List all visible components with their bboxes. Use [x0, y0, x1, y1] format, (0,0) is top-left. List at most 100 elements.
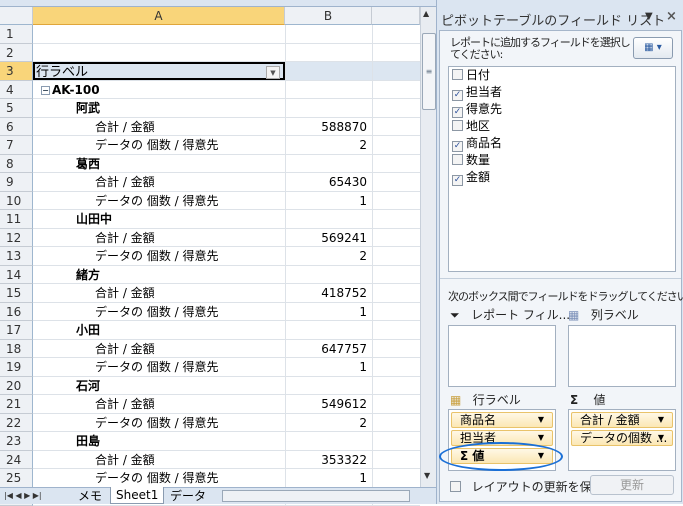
column-header-c[interactable] [372, 7, 420, 25]
row-header[interactable]: 4 [0, 81, 33, 100]
row-header[interactable]: 15 [0, 284, 33, 303]
row-header[interactable]: 3 [0, 62, 33, 81]
row-header[interactable]: 6 [0, 118, 33, 137]
cell-a[interactable]: 合計 / 金額 [33, 340, 285, 358]
cell-b[interactable] [285, 155, 372, 173]
report-filter-area[interactable] [448, 325, 556, 387]
checkbox-checked-icon[interactable]: ✓ [452, 141, 463, 152]
cell-c[interactable] [372, 377, 420, 395]
row-header[interactable]: 9 [0, 173, 33, 192]
cell-c[interactable] [372, 192, 420, 210]
row-header[interactable]: 8 [0, 155, 33, 174]
row-header[interactable]: 25 [0, 469, 33, 488]
row-header[interactable]: 5 [0, 99, 33, 118]
cell-c[interactable] [372, 303, 420, 321]
horizontal-scrollbar[interactable] [222, 490, 410, 502]
cell-a[interactable] [33, 25, 285, 43]
cell-a[interactable]: 葛西 [33, 155, 285, 173]
cell-a[interactable]: 合計 / 金額 [33, 395, 285, 413]
field-item[interactable]: ✓商品名 [449, 135, 675, 152]
cell-c[interactable] [372, 340, 420, 358]
cell-b[interactable] [285, 266, 372, 284]
cell-a[interactable]: 合計 / 金額 [33, 173, 285, 191]
cell-a[interactable]: データの 個数 / 得意先 [33, 414, 285, 432]
tab-nav-icons[interactable]: |◀ ◀ ▶ ▶| [4, 488, 42, 504]
cell-c[interactable] [372, 432, 420, 450]
select-all-corner[interactable] [0, 7, 33, 25]
cell-b[interactable] [285, 25, 372, 43]
checkbox-icon[interactable] [452, 69, 463, 80]
row-header[interactable]: 10 [0, 192, 33, 211]
row-header[interactable]: 22 [0, 414, 33, 433]
cell-c[interactable] [372, 284, 420, 302]
checkbox-checked-icon[interactable]: ✓ [452, 107, 463, 118]
cell-c[interactable] [372, 414, 420, 432]
checkbox-icon[interactable] [450, 481, 461, 492]
field-item[interactable]: ✓金額 [449, 169, 675, 186]
defer-update-checkbox[interactable]: レイアウトの更新を保... [450, 478, 603, 495]
row-header[interactable]: 11 [0, 210, 33, 229]
cell-c[interactable] [372, 395, 420, 413]
cell-b[interactable] [285, 210, 372, 228]
field-item[interactable]: ✓得意先 [449, 101, 675, 118]
checkbox-checked-icon[interactable]: ✓ [452, 175, 463, 186]
cell-b[interactable]: 1 [285, 469, 372, 487]
cell-c[interactable] [372, 358, 420, 376]
cell-a[interactable]: 合計 / 金額 [33, 451, 285, 469]
row-header[interactable]: 20 [0, 377, 33, 396]
cell-b[interactable]: 2 [285, 136, 372, 154]
cell-a[interactable]: データの 個数 / 得意先 [33, 192, 285, 210]
cell-a[interactable]: データの 個数 / 得意先 [33, 469, 285, 487]
cell-b[interactable]: 2 [285, 414, 372, 432]
cell-c[interactable] [372, 247, 420, 265]
cell-b[interactable] [285, 377, 372, 395]
cell-a[interactable]: 小田 [33, 321, 285, 339]
checkbox-icon[interactable] [452, 154, 463, 165]
cell-a[interactable]: −AK-100 [33, 81, 285, 99]
cell-c[interactable] [372, 266, 420, 284]
cell-b[interactable]: 647757 [285, 340, 372, 358]
cell-b[interactable]: 569241 [285, 229, 372, 247]
row-header[interactable]: 23 [0, 432, 33, 451]
column-header-a[interactable]: A [33, 7, 285, 25]
cell-c[interactable] [372, 173, 420, 191]
row-header[interactable]: 2 [0, 44, 33, 63]
scroll-thumb[interactable]: ≡ [422, 33, 436, 110]
cell-a[interactable]: 石河 [33, 377, 285, 395]
cell-b[interactable] [285, 432, 372, 450]
value-item-sum-amount[interactable]: 合計 / 金額▼ [571, 412, 673, 428]
pane-menu-icon[interactable]: ▼ [645, 11, 653, 22]
cell-b[interactable]: 549612 [285, 395, 372, 413]
cell-b[interactable] [285, 44, 372, 62]
cell-a[interactable]: 山田中 [33, 210, 285, 228]
field-item[interactable]: 数量 [449, 152, 675, 169]
cell-c[interactable] [372, 118, 420, 136]
cell-b[interactable]: 1 [285, 192, 372, 210]
scroll-down-icon[interactable]: ▼ [424, 471, 430, 480]
filter-dropdown-icon[interactable]: ▼ [266, 66, 280, 79]
row-header[interactable]: 19 [0, 358, 33, 377]
row-header[interactable]: 24 [0, 451, 33, 470]
cell-a[interactable]: 田島 [33, 432, 285, 450]
column-header-b[interactable]: B [285, 7, 372, 25]
cell-a[interactable]: データの 個数 / 得意先 [33, 358, 285, 376]
cell-a[interactable]: 緒方 [33, 266, 285, 284]
cell-b[interactable]: 1 [285, 358, 372, 376]
cell-b[interactable]: 588870 [285, 118, 372, 136]
field-item[interactable]: 地区 [449, 118, 675, 135]
cell-c[interactable] [372, 229, 420, 247]
column-labels-area[interactable] [568, 325, 676, 387]
cell-b[interactable] [285, 321, 372, 339]
cell-a[interactable] [33, 44, 285, 62]
cell-a[interactable]: 合計 / 金額 [33, 118, 285, 136]
field-item[interactable]: 日付 [449, 67, 675, 84]
cell-c[interactable] [372, 25, 420, 43]
cell-b[interactable]: 65430 [285, 173, 372, 191]
vertical-scrollbar[interactable]: ▲ ≡ ▼ [420, 7, 436, 487]
cell-b[interactable]: 353322 [285, 451, 372, 469]
row-header[interactable]: 13 [0, 247, 33, 266]
cell-c[interactable] [372, 321, 420, 339]
cell-c[interactable] [372, 44, 420, 62]
row-item-product[interactable]: 商品名▼ [451, 412, 553, 428]
checkbox-checked-icon[interactable]: ✓ [452, 90, 463, 101]
